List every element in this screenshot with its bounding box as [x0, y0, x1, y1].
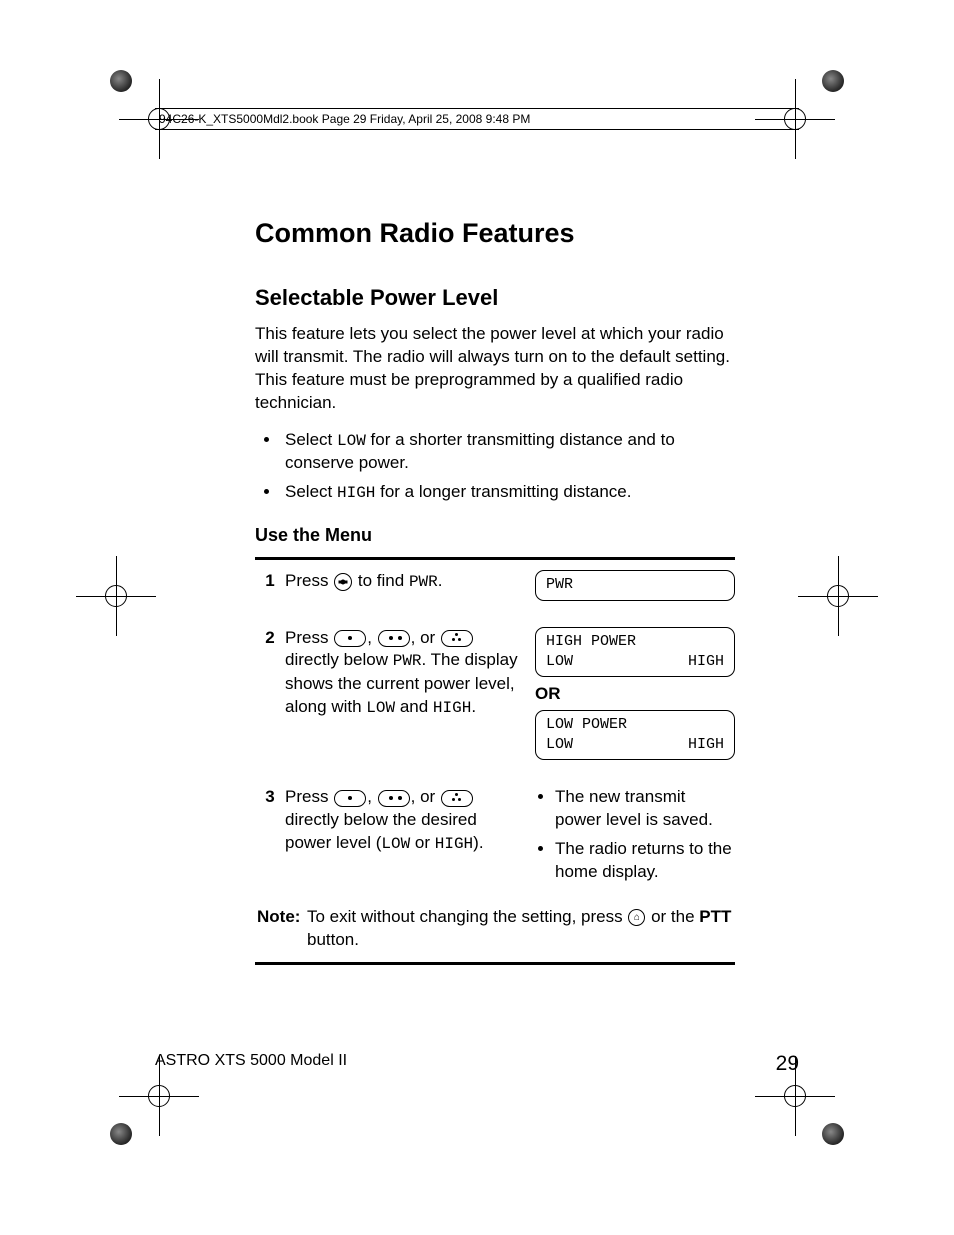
- softkey-two-dot-icon: [378, 790, 410, 807]
- softkey-one-dot-icon: [334, 790, 366, 807]
- mono-text: PWR: [409, 573, 438, 591]
- steps-panel: 1 Press to find PWR. PWR 2 Press , , or …: [255, 557, 735, 965]
- lcd-screen: PWR: [535, 570, 735, 600]
- step-result: The new transmit power level is saved. T…: [535, 786, 735, 890]
- crop-mark-br: [774, 1075, 844, 1145]
- step-number: 3: [255, 786, 285, 809]
- mono-text: LOW: [337, 432, 366, 450]
- nav-button-icon: [334, 573, 352, 591]
- list-item: Select LOW for a shorter transmitting di…: [281, 429, 735, 476]
- list-item: Select HIGH for a longer transmitting di…: [281, 481, 735, 505]
- print-header: 94C26-K_XTS5000Mdl2.book Page 29 Friday,…: [155, 108, 799, 130]
- option-list: Select LOW for a shorter transmitting di…: [255, 429, 735, 505]
- softkey-two-dot-icon: [378, 630, 410, 647]
- crop-mark-mr: [799, 560, 869, 630]
- mono-text: LOW: [366, 699, 395, 717]
- text: to find: [353, 571, 409, 590]
- note-row: Note: To exit without changing the setti…: [255, 900, 735, 962]
- note-label: Note:: [255, 906, 307, 952]
- text: .: [471, 697, 476, 716]
- lcd-softkey-label: HIGH: [688, 735, 724, 755]
- footer-model: ASTRO XTS 5000 Model II: [155, 1050, 776, 1078]
- mono-text: HIGH: [337, 484, 375, 502]
- text: To exit without changing the setting, pr…: [307, 907, 627, 926]
- page-title: Common Radio Features: [255, 215, 735, 251]
- text: Select: [285, 430, 337, 449]
- subsection-heading: Use the Menu: [255, 523, 735, 547]
- text: or the: [646, 907, 699, 926]
- lcd-screen: LOW POWER LOW HIGH: [535, 710, 735, 761]
- mono-text: LOW: [381, 835, 410, 853]
- step-display: HIGH POWER LOW HIGH OR LOW POWER LOW HIG…: [535, 627, 735, 767]
- lcd-softkey-label: LOW: [546, 652, 573, 672]
- step-display: PWR: [535, 570, 735, 606]
- text: and: [395, 697, 433, 716]
- step-number: 1: [255, 570, 285, 593]
- lcd-line: LOW POWER: [546, 715, 724, 735]
- text: ,: [367, 787, 376, 806]
- step-instruction: Press to find PWR.: [285, 570, 535, 594]
- text: Press: [285, 628, 333, 647]
- text: directly below: [285, 650, 393, 669]
- lcd-softkey-label: LOW: [546, 735, 573, 755]
- result-item: The radio returns to the home display.: [555, 838, 735, 884]
- intro-paragraph: This feature lets you select the power l…: [255, 323, 735, 415]
- result-item: The new transmit power level is saved.: [555, 786, 735, 832]
- lcd-line: PWR: [546, 575, 724, 595]
- step-row: 3 Press , , or directly below the desire…: [255, 776, 735, 900]
- text: .: [438, 571, 443, 590]
- text: for a longer transmitting distance.: [375, 482, 631, 501]
- text: or: [410, 833, 435, 852]
- text: ).: [473, 833, 483, 852]
- crop-mark-ml: [85, 560, 155, 630]
- step-number: 2: [255, 627, 285, 650]
- mono-text: HIGH: [435, 835, 473, 853]
- lcd-line: HIGH POWER: [546, 632, 724, 652]
- text: , or: [411, 787, 440, 806]
- text: Press: [285, 571, 333, 590]
- crop-mark-bl: [110, 1075, 180, 1145]
- or-separator: OR: [535, 683, 735, 706]
- lcd-screen: HIGH POWER LOW HIGH: [535, 627, 735, 678]
- text: , or: [411, 628, 440, 647]
- text: Select: [285, 482, 337, 501]
- softkey-one-dot-icon: [334, 630, 366, 647]
- note-text: To exit without changing the setting, pr…: [307, 906, 735, 952]
- mono-text: PWR: [393, 652, 422, 670]
- step-instruction: Press , , or directly below the desired …: [285, 786, 535, 855]
- step-row: 2 Press , , or directly below PWR. The d…: [255, 617, 735, 777]
- mono-text: HIGH: [433, 699, 471, 717]
- text: button.: [307, 930, 359, 949]
- text: ,: [367, 628, 376, 647]
- lcd-softkey-label: HIGH: [688, 652, 724, 672]
- section-heading: Selectable Power Level: [255, 283, 735, 313]
- home-button-icon: ⌂: [628, 909, 645, 926]
- ptt-label: PTT: [699, 907, 731, 926]
- step-row: 1 Press to find PWR. PWR: [255, 560, 735, 616]
- step-instruction: Press , , or directly below PWR. The dis…: [285, 627, 535, 720]
- text: Press: [285, 787, 333, 806]
- page-footer: ASTRO XTS 5000 Model II 29: [155, 1050, 799, 1078]
- softkey-three-dot-icon: [441, 790, 473, 807]
- footer-page-number: 29: [776, 1050, 799, 1078]
- softkey-three-dot-icon: [441, 630, 473, 647]
